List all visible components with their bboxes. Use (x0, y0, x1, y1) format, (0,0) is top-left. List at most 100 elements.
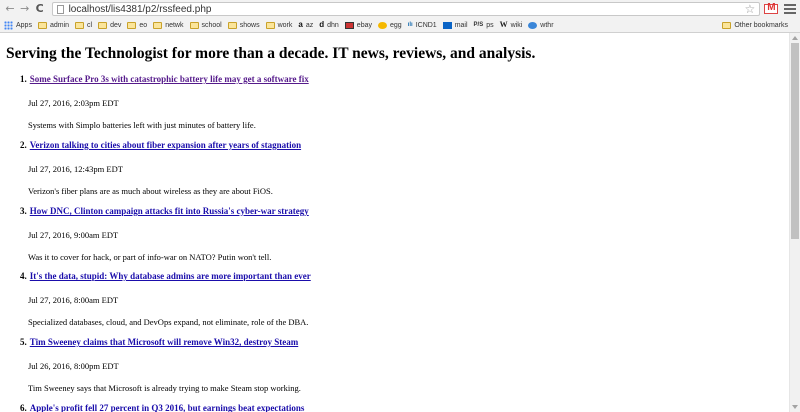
item-number: 2. (20, 140, 27, 150)
article-link[interactable]: Verizon talking to cities about fiber ex… (30, 140, 301, 150)
folder-icon (153, 21, 163, 29)
gmail-icon[interactable] (764, 2, 779, 14)
forward-arrow-icon[interactable]: → (19, 2, 31, 16)
article-link[interactable]: Some Surface Pro 3s with catastrophic ba… (30, 74, 309, 84)
item-heading: 1. Some Surface Pro 3s with catastrophic … (20, 74, 309, 84)
bookmark-mail[interactable]: mail (442, 21, 468, 29)
bookmark-label: dhn (327, 21, 339, 29)
item-heading: 2. Verizon talking to cities about fiber … (20, 140, 301, 150)
bookmark-cl[interactable]: cl (75, 21, 93, 29)
folder-icon (722, 21, 732, 29)
bookmark-label: ps (486, 21, 494, 29)
bookmark-label: egg (389, 21, 402, 29)
item-number: 4. (20, 271, 27, 281)
folder-icon (189, 21, 199, 29)
bookmarks-bar: Apps admin cl dev eo netwk school shows … (0, 18, 800, 33)
item-heading: 3. How DNC, Clinton campaign attacks fit … (20, 206, 309, 216)
bookmark-apps[interactable]: Apps (4, 20, 32, 30)
bookmark-dev[interactable]: dev (98, 21, 122, 29)
folder-icon (98, 21, 108, 29)
reload-icon[interactable]: C (34, 2, 46, 16)
page-title: Serving the Technologist for more than a… (6, 45, 536, 62)
item-heading: 4. It's the data, stupid: Why database ad… (20, 271, 311, 281)
item-description: Was it to cover for hack, or part of inf… (28, 252, 272, 262)
cisco-icon: ılı (407, 22, 413, 28)
item-date: Jul 27, 2016, 2:03pm EDT (28, 98, 119, 108)
bookmark-label: dev (110, 21, 122, 29)
bookmark-admin[interactable]: admin (37, 21, 70, 29)
scroll-up-arrow-icon[interactable] (792, 36, 798, 40)
folder-icon (227, 21, 237, 29)
bookmark-label: admin (49, 21, 70, 29)
weather-icon (528, 21, 538, 29)
bookmark-label: Apps (16, 21, 32, 29)
back-arrow-icon[interactable]: ← (4, 2, 16, 16)
vertical-scrollbar[interactable] (789, 33, 800, 412)
item-heading: 5. Tim Sweeney claims that Microsoft will… (20, 337, 298, 347)
bookmark-wiki[interactable]: W wiki (500, 21, 523, 29)
bookmark-egg[interactable]: egg (377, 21, 402, 29)
bookmark-school[interactable]: school (189, 21, 222, 29)
item-description: Verizon's fiber plans are as much about … (28, 186, 273, 196)
item-number: 1. (20, 74, 27, 84)
amazon-icon: a (298, 20, 303, 29)
scroll-down-arrow-icon[interactable] (792, 405, 798, 409)
bookmark-label: cl (87, 21, 93, 29)
address-bar[interactable]: localhost/lis4381/p2/rssfeed.php ☆ (51, 2, 761, 16)
item-heading: 6. Apple's profit fell 27 percent in Q3 2… (20, 403, 304, 412)
bookmark-label: eo (139, 21, 148, 29)
bookmark-star-icon[interactable]: ☆ (745, 3, 756, 15)
bookmark-label: shows (239, 21, 260, 29)
bookmark-label: school (201, 21, 222, 29)
browser-toolbar: ← → C localhost/lis4381/p2/rssfeed.php ☆ (0, 0, 800, 18)
item-date: Jul 26, 2016, 8:00pm EDT (28, 361, 119, 371)
item-description: Tim Sweeney says that Microsoft is alrea… (28, 383, 301, 393)
item-date: Jul 27, 2016, 8:00am EDT (28, 295, 119, 305)
folder-icon (265, 21, 275, 29)
bookmark-netwk[interactable]: netwk (153, 21, 184, 29)
folder-icon (127, 21, 137, 29)
item-number: 3. (20, 206, 27, 216)
bookmark-label: wthr (540, 21, 554, 29)
bookmark-dhn[interactable]: d dhn (319, 21, 339, 29)
ps-icon: P/S (473, 22, 484, 28)
bookmark-ps[interactable]: P/S ps (474, 21, 494, 29)
bookmark-work[interactable]: work (265, 21, 293, 29)
bookmark-ebay[interactable]: ebay (344, 21, 372, 29)
menu-icon[interactable] (784, 4, 796, 14)
article-link[interactable]: It's the data, stupid: Why database admi… (30, 271, 311, 281)
article-link[interactable]: Tim Sweeney claims that Microsoft will r… (30, 337, 298, 347)
ebay-icon (344, 21, 354, 29)
item-date: Jul 27, 2016, 9:00am EDT (28, 230, 119, 240)
url-text[interactable]: localhost/lis4381/p2/rssfeed.php (69, 4, 212, 15)
item-description: Specialized databases, cloud, and DevOps… (28, 317, 309, 327)
item-number: 5. (20, 337, 27, 347)
bookmark-label: work (277, 21, 293, 29)
folder-icon (37, 21, 47, 29)
d-icon: d (319, 20, 325, 29)
bookmark-label: ICND1 (415, 21, 437, 29)
folder-icon (75, 21, 85, 29)
wikipedia-icon: W (499, 20, 508, 29)
article-link[interactable]: How DNC, Clinton campaign attacks fit in… (30, 206, 309, 216)
apps-icon (4, 20, 13, 30)
bookmark-label: Other bookmarks (734, 21, 788, 29)
bookmark-icnd1[interactable]: ılı ICND1 (408, 21, 437, 29)
bookmark-wthr[interactable]: wthr (528, 21, 554, 29)
article-link[interactable]: Apple's profit fell 27 percent in Q3 201… (30, 403, 305, 412)
bookmark-shows[interactable]: shows (227, 21, 260, 29)
bookmark-label: netwk (165, 21, 184, 29)
item-number: 6. (20, 403, 27, 412)
bookmark-label: wiki (510, 21, 523, 29)
bookmark-label: ebay (356, 21, 372, 29)
scrollbar-thumb[interactable] (791, 43, 799, 239)
item-date: Jul 27, 2016, 12:43pm EDT (28, 164, 123, 174)
bookmark-az[interactable]: a az (298, 21, 313, 29)
page-content: Serving the Technologist for more than a… (0, 33, 789, 412)
bookmark-label: mail (454, 21, 468, 29)
bookmark-other[interactable]: Other bookmarks (722, 21, 788, 29)
bookmark-eo[interactable]: eo (127, 21, 148, 29)
item-description: Systems with Simplo batteries left with … (28, 120, 256, 130)
page-icon (56, 4, 64, 14)
egg-icon (377, 21, 387, 29)
